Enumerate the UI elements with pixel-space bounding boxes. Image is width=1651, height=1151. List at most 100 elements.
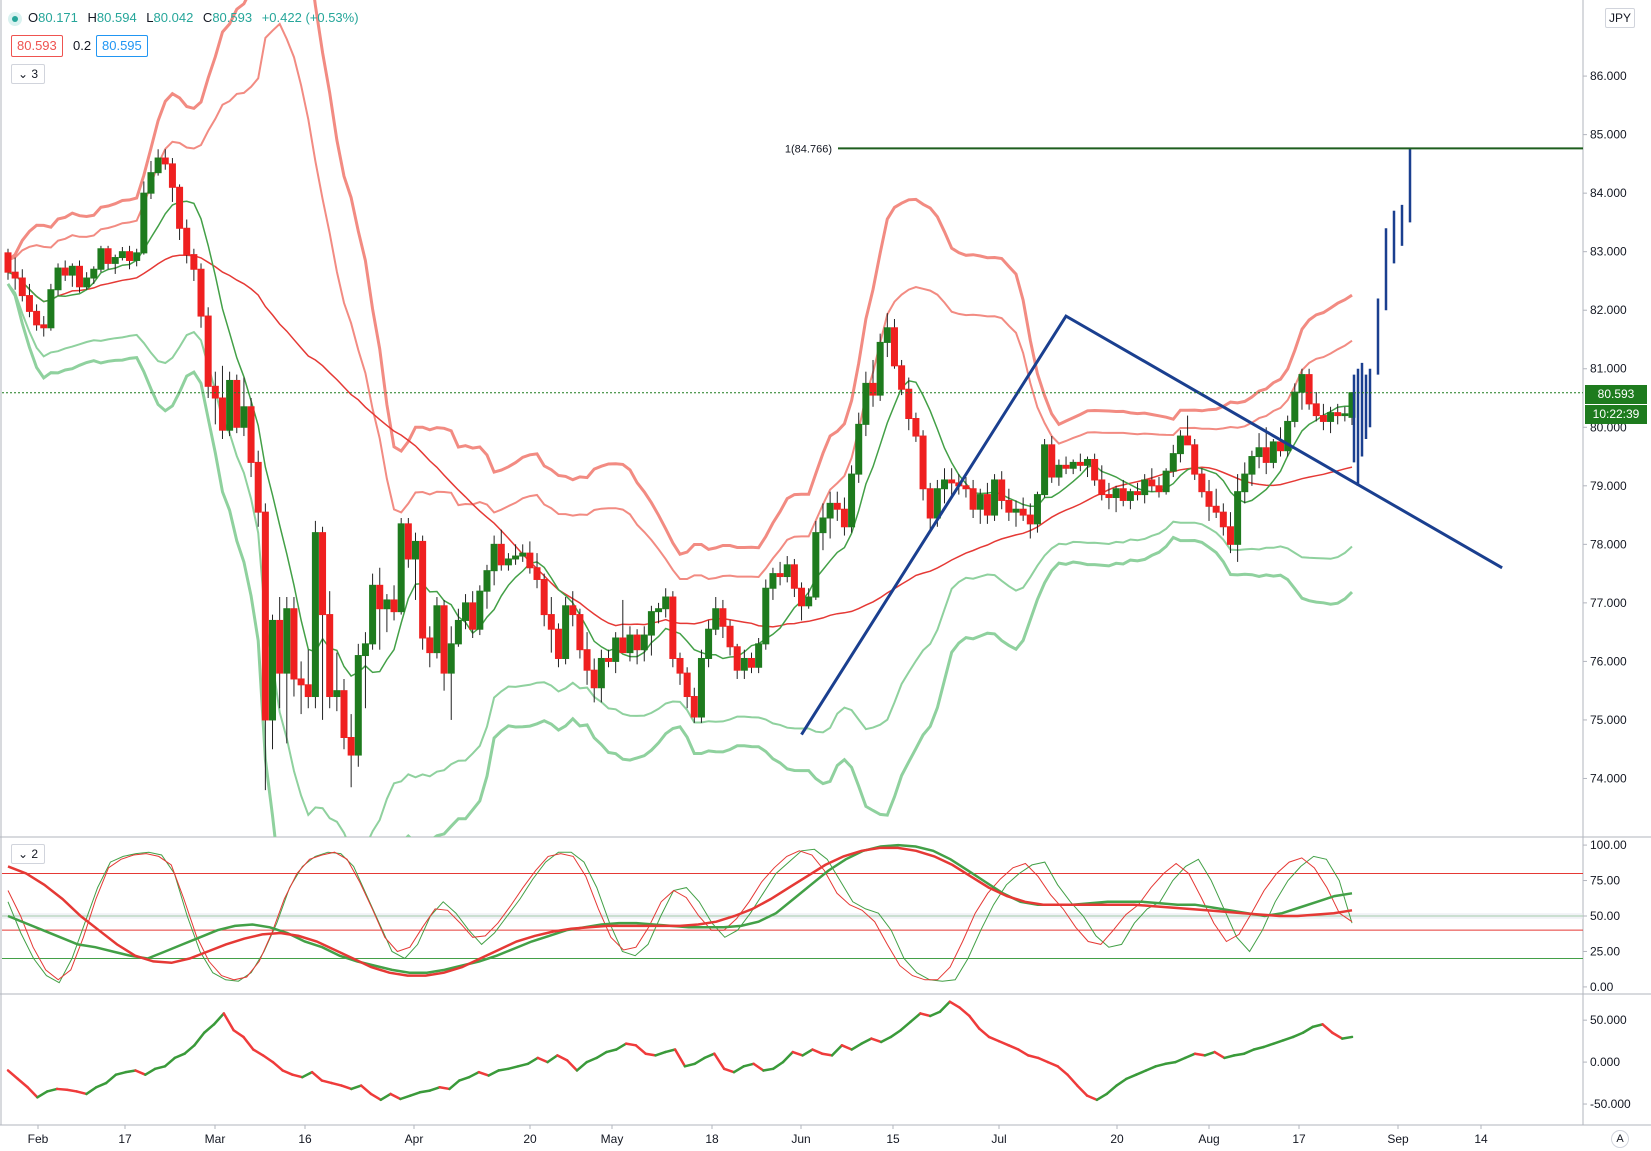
price-tick-label: 75.000 bbox=[1590, 713, 1627, 727]
candle-body bbox=[133, 252, 141, 261]
candle-body bbox=[805, 596, 813, 607]
time-tick-label: 20 bbox=[523, 1132, 537, 1146]
candle-body bbox=[1234, 491, 1242, 545]
candle-body bbox=[962, 485, 970, 490]
candle-body bbox=[1162, 470, 1170, 493]
candle-body bbox=[376, 584, 384, 610]
candle-body bbox=[769, 573, 777, 589]
candle-body bbox=[597, 657, 605, 689]
candle-body bbox=[1226, 526, 1234, 545]
candle-body bbox=[1048, 444, 1056, 478]
candle-body bbox=[1319, 415, 1327, 422]
candle-body bbox=[626, 634, 634, 654]
candle-body bbox=[240, 406, 248, 428]
oscillator-collapse-button[interactable]: ⌄ 2 bbox=[11, 844, 45, 864]
candle-body bbox=[833, 502, 841, 510]
price-tick-label: 77.000 bbox=[1590, 596, 1627, 610]
candle-body bbox=[1169, 453, 1177, 472]
momentum-segment bbox=[497, 1067, 510, 1072]
candle-body bbox=[533, 567, 541, 580]
time-tick-label: Jun bbox=[791, 1132, 810, 1146]
candle-body bbox=[226, 379, 234, 431]
candle-body bbox=[1098, 479, 1106, 496]
candle-body bbox=[812, 532, 820, 598]
candle-body bbox=[540, 578, 548, 616]
candle-body bbox=[669, 596, 677, 659]
candle-body bbox=[247, 406, 255, 463]
candle-body bbox=[1291, 391, 1299, 422]
candle-body bbox=[1012, 508, 1020, 513]
candle-body bbox=[662, 596, 670, 610]
candle-body bbox=[1191, 444, 1199, 475]
indicator-collapse-button[interactable]: ⌄ 3 bbox=[11, 64, 45, 84]
candle-body bbox=[233, 379, 241, 428]
candle-body bbox=[898, 365, 906, 390]
candle-body bbox=[1083, 458, 1091, 466]
chevron-down-icon: ⌄ bbox=[17, 67, 29, 81]
candle-body bbox=[969, 488, 977, 510]
price-tick-label: 83.000 bbox=[1590, 245, 1627, 259]
candle-body bbox=[869, 382, 877, 396]
price-tick-label: 79.000 bbox=[1590, 479, 1627, 493]
candle-body bbox=[25, 295, 33, 312]
auto-scale-button[interactable]: A bbox=[1611, 1130, 1629, 1148]
candle-body bbox=[747, 657, 755, 668]
chart-canvas[interactable]: 86.000 85.000 84.000 83.000 82.000 81.000 80.0… bbox=[0, 0, 1651, 1151]
candle-body bbox=[218, 397, 226, 431]
momentum-segment bbox=[65, 1088, 78, 1093]
candle-body bbox=[612, 637, 620, 662]
candle-body bbox=[762, 587, 770, 645]
candle-body bbox=[1141, 479, 1149, 496]
close-value: 80.593 bbox=[212, 10, 253, 25]
ohlc-legend: O80.171 H80.594 L80.042 C80.593 +0.422 (… bbox=[28, 10, 359, 25]
candle-body bbox=[311, 532, 319, 698]
candle-body bbox=[304, 684, 312, 698]
candle-body bbox=[126, 251, 134, 261]
candle-body bbox=[583, 649, 591, 671]
candle-body bbox=[1305, 374, 1313, 405]
candle-body bbox=[983, 494, 991, 516]
candle-body bbox=[1134, 491, 1142, 496]
candle-body bbox=[276, 619, 284, 674]
candle-body bbox=[1076, 461, 1084, 466]
candle-body bbox=[1255, 447, 1263, 458]
candle-body bbox=[440, 605, 448, 674]
candle-body bbox=[140, 192, 148, 254]
indicator-count: 3 bbox=[31, 67, 39, 81]
candle-body bbox=[991, 479, 999, 516]
candle-body bbox=[1041, 444, 1049, 496]
candle-body bbox=[733, 646, 741, 671]
candle-body bbox=[876, 341, 884, 396]
candle-body bbox=[755, 643, 763, 668]
candle-body bbox=[340, 690, 348, 738]
buy-price-button[interactable]: 80.595 bbox=[96, 35, 148, 57]
change-value: +0.422 (+0.53%) bbox=[261, 10, 359, 25]
candle-body bbox=[697, 657, 705, 718]
candle-body bbox=[926, 488, 934, 519]
candle-body bbox=[683, 672, 691, 698]
price-tick-label: 74.000 bbox=[1590, 771, 1627, 785]
momentum-segment bbox=[1164, 1060, 1177, 1066]
candle-body bbox=[1148, 479, 1156, 487]
currency-button[interactable]: JPY bbox=[1605, 8, 1635, 28]
candle-body bbox=[361, 643, 369, 657]
candle-body bbox=[712, 608, 720, 630]
candle-body bbox=[118, 251, 126, 259]
time-tick-label: Sep bbox=[1387, 1132, 1409, 1146]
momentum-segment bbox=[1233, 1052, 1246, 1057]
candle-body bbox=[1269, 441, 1277, 463]
time-tick-label: Aug bbox=[1198, 1132, 1219, 1146]
time-tick-label: 16 bbox=[298, 1132, 312, 1146]
high-value: 80.594 bbox=[96, 10, 137, 25]
candle-body bbox=[204, 315, 212, 387]
oscillator-tick-label: 0.00 bbox=[1590, 980, 1614, 994]
candle-body bbox=[390, 599, 398, 613]
candle-body bbox=[1112, 488, 1120, 499]
price-tick-label: 84.000 bbox=[1590, 186, 1627, 200]
candle-body bbox=[526, 552, 534, 569]
sell-price-button[interactable]: 80.593 bbox=[11, 35, 63, 57]
candle-body bbox=[512, 555, 520, 560]
oscillator-count: 2 bbox=[31, 847, 39, 861]
candle-body bbox=[269, 619, 277, 721]
time-tick-label: 20 bbox=[1110, 1132, 1124, 1146]
